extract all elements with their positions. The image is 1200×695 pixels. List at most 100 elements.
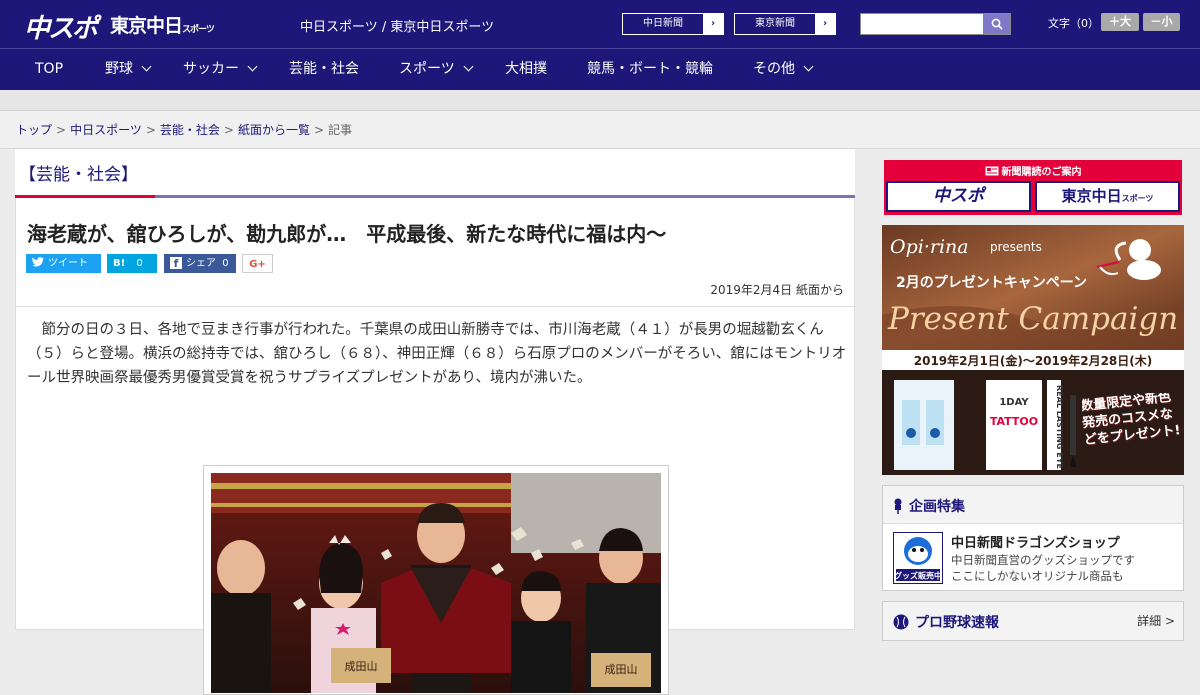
tokyo-chunichi-logo[interactable]: 東京中日スポーツ [110, 11, 215, 38]
site-title: 中日スポーツ / 東京中日スポーツ [300, 20, 495, 35]
search-input[interactable] [861, 14, 983, 34]
breadcrumb-separator: > [145, 123, 156, 137]
tweet-label: ツイート [48, 258, 88, 269]
chuspo-logo[interactable]: 中スポ [24, 8, 98, 45]
article-body: 節分の日の３日、各地で豆まき行事が行われた。千葉県の成田山新勝寺では、市川海老蔵… [27, 322, 847, 386]
ad-brand: Opi·rina [890, 236, 969, 258]
nav-label: サッカー [183, 61, 239, 77]
tokyo-link-label: 東京新聞 [755, 18, 795, 29]
search-icon [991, 18, 1003, 30]
nav-top[interactable]: TOP [35, 49, 63, 91]
article-box: 海老蔵が、舘ひろしが、勘九郎が… 平成最後、新たな時代に福は内～ ツイート B!… [15, 198, 855, 695]
subscribe-chuspo-button[interactable]: 中スポ [886, 181, 1031, 212]
nav-label: 競馬・ボート・競輪 [587, 61, 713, 77]
main-nav: TOP 野球 サッカー 芸能・社会 スポーツ 大相撲 競馬・ボート・競輪 その他 [0, 48, 1200, 90]
chevron-right-icon: › [815, 14, 835, 34]
chevron-down-icon [141, 61, 152, 72]
shop-badge-text: グッズ販売中 [894, 571, 942, 581]
header-spacer [0, 90, 1200, 111]
baseball-live-title: プロ野球速報 [915, 615, 999, 631]
chevron-right-icon: › [703, 14, 723, 34]
subscribe-tokyo-sub: スポーツ [1121, 194, 1154, 203]
font-size-label: 文字（0） [1048, 17, 1099, 30]
special-features-panel: 企画特集 グッズ販売中 中日新聞ドラゴンズショップ 中日新聞直営のグッズショップ… [882, 485, 1184, 591]
ad-promo-text: 数量限定や新色発売のコスメなどをプレゼント! [1082, 393, 1182, 449]
tokyo-shimbun-link[interactable]: 東京新聞 › [734, 13, 836, 35]
dragons-shop-title[interactable]: 中日新聞ドラゴンズショップ [951, 532, 1120, 551]
chevron-down-icon [463, 61, 474, 72]
article-photo-frame: 成田山 成田山 [203, 465, 669, 695]
chevron-down-icon [247, 61, 258, 72]
nav-label: 芸能・社会 [289, 61, 359, 77]
nav-label: TOP [35, 61, 64, 77]
hatena-bookmark-button[interactable]: B! 0 [107, 254, 157, 273]
dragons-mascot-icon: グッズ販売中 [894, 537, 942, 581]
special-features-header: 企画特集 [883, 486, 1183, 524]
nav-label: スポーツ [399, 61, 455, 77]
dragons-shop-logo[interactable]: グッズ販売中 [893, 532, 943, 584]
hatena-count: 0 [136, 258, 143, 269]
ad-tattoo-1day: 1DAY [999, 397, 1029, 408]
baseball-detail-link[interactable]: 詳細 > [1137, 612, 1175, 629]
ad-dates: 2019年2月1日(金)～2019年2月28日(木) [914, 353, 1152, 368]
tweet-button[interactable]: ツイート [26, 254, 101, 273]
subscription-box: 新聞購読のご案内 中スポ 東京中日スポーツ [884, 160, 1182, 215]
breadcrumb-link-paper-list[interactable]: 紙面から一覧 [238, 123, 310, 137]
photo-sign-1: 成田山 [345, 660, 378, 673]
breadcrumb-link-chunichi-sports[interactable]: 中日スポーツ [70, 123, 142, 137]
article-photo[interactable]: 成田山 成田山 [211, 473, 661, 693]
search-form [860, 13, 1011, 35]
nav-entertainment[interactable]: 芸能・社会 [289, 49, 359, 91]
top-header: 中スポ 東京中日スポーツ 中日スポーツ / 東京中日スポーツ 中日新聞 › 東京… [0, 0, 1200, 48]
subscribe-tokyo-chunichi-button[interactable]: 東京中日スポーツ [1035, 181, 1180, 212]
dragons-shop-desc-2: ここにしかないオリジナル商品も [951, 569, 1124, 583]
chunichi-link-label: 中日新聞 [643, 18, 683, 29]
breadcrumb-link-entertainment[interactable]: 芸能・社会 [160, 123, 220, 137]
subscribe-tokyo-label: 東京中日 [1061, 187, 1122, 205]
nav-baseball[interactable]: 野球 [105, 49, 152, 91]
facebook-icon: f [170, 257, 182, 270]
breadcrumb-link-top[interactable]: トップ [16, 123, 52, 137]
opirina-ad-banner[interactable]: Opi·rina presents 2月のプレゼントキャンペーン Present… [882, 225, 1184, 475]
breadcrumb-separator: > [223, 123, 234, 137]
nav-sumo[interactable]: 大相撲 [505, 49, 547, 91]
hatena-icon: B! [113, 258, 126, 269]
google-plus-button[interactable]: G+ [242, 254, 273, 273]
nav-label: 野球 [105, 61, 133, 77]
ad-graphic: Opi·rina presents 2月のプレゼントキャンペーン Present… [882, 225, 1184, 475]
nav-other[interactable]: その他 [753, 49, 814, 91]
nav-soccer[interactable]: サッカー [183, 49, 258, 91]
font-smaller-button[interactable]: －小 [1143, 13, 1180, 31]
baseball-live-header: プロ野球速報 詳細 > [883, 602, 1183, 640]
search-button[interactable] [983, 14, 1010, 34]
nav-sports[interactable]: スポーツ [399, 49, 474, 91]
category-title: 【芸能・社会】 [19, 165, 138, 185]
ad-headline: 2月のプレゼントキャンペーン [896, 274, 1087, 291]
newspaper-icon [985, 166, 998, 176]
pin-icon [894, 498, 902, 514]
subscription-title-text: 新聞購読のご案内 [1001, 167, 1082, 178]
facebook-count: 0 [222, 258, 229, 269]
photo-sign-2: 成田山 [605, 663, 638, 676]
tokyo-logo-sub: スポーツ [182, 25, 215, 35]
facebook-share-label: シェア [186, 258, 216, 269]
facebook-share-button[interactable]: f シェア 0 [164, 254, 236, 273]
breadcrumb-separator: > [314, 123, 325, 137]
subscription-title: 新聞購読のご案内 [884, 163, 1182, 178]
chevron-down-icon [803, 61, 814, 72]
baseball-live-panel: プロ野球速報 詳細 > [882, 601, 1184, 641]
header-divider [16, 306, 854, 307]
ad-eyeliner-text: REAL LASTING EYE [1055, 385, 1064, 469]
article-date: 2019年2月4日 紙面から [710, 283, 844, 297]
font-larger-button[interactable]: ＋大 [1101, 13, 1139, 31]
special-features-title: 企画特集 [909, 499, 965, 515]
nav-racing[interactable]: 競馬・ボート・競輪 [587, 49, 713, 91]
tokyo-logo-text: 東京中日 [110, 15, 183, 37]
ad-presents: presents [990, 240, 1042, 254]
chunichi-shimbun-link[interactable]: 中日新聞 › [622, 13, 724, 35]
article-column: 【芸能・社会】 海老蔵が、舘ひろしが、勘九郎が… 平成最後、新たな時代に福は内～… [15, 149, 855, 695]
breadcrumb-separator: > [56, 123, 67, 137]
nav-label: 大相撲 [505, 61, 547, 77]
article-headline: 海老蔵が、舘ひろしが、勘九郎が… 平成最後、新たな時代に福は内～ [27, 222, 667, 246]
photo-setsubun-bean-throwing: 成田山 成田山 [211, 473, 661, 693]
